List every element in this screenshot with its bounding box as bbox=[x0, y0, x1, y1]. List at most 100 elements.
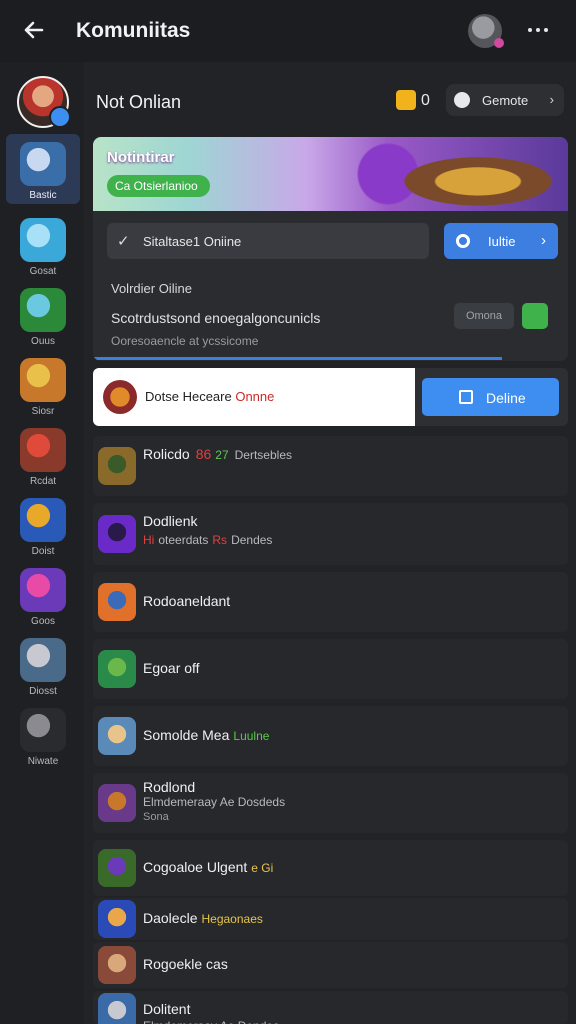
game-avatar bbox=[98, 717, 136, 755]
check-icon: ✓ bbox=[117, 233, 130, 250]
sidebar-item-label: Goos bbox=[31, 616, 55, 627]
more-dots-icon[interactable] bbox=[528, 28, 554, 36]
banner: Notintirar Ca Otsierlanioo bbox=[93, 137, 568, 211]
sidebar-item-5[interactable]: Doist bbox=[6, 490, 80, 560]
sidebar-item-label: Niwate bbox=[27, 756, 59, 767]
list-item-name: Daolecle Hegaonaes bbox=[143, 910, 263, 926]
banner-pill[interactable]: Ca Otsierlanioo bbox=[107, 175, 210, 197]
sidebar-item-7[interactable]: Diosst bbox=[6, 630, 80, 700]
game-avatar bbox=[98, 583, 136, 621]
game-icon bbox=[20, 218, 66, 262]
list-item-name: Rolicdo 86 27 Dertsebles bbox=[143, 446, 292, 462]
subtext: Ooresoaencle at ycssicome bbox=[111, 334, 259, 348]
sidebar-item-2[interactable]: Ouus bbox=[6, 280, 80, 350]
list-item-name: Rogoekle cas bbox=[143, 956, 228, 972]
verified-badge-icon bbox=[49, 106, 71, 128]
circle-icon bbox=[456, 234, 470, 248]
chat-icon bbox=[454, 92, 470, 108]
deline-button[interactable]: Deline bbox=[422, 378, 559, 416]
game-avatar bbox=[98, 946, 136, 984]
sidebar-item-1[interactable]: Gosat bbox=[6, 210, 80, 280]
sidebar-item-label: Doist bbox=[31, 546, 55, 557]
list-item-name: Rodlond bbox=[143, 779, 196, 795]
page-title: Komuniitas bbox=[76, 19, 191, 42]
sidebar-item-label: Ouus bbox=[31, 336, 55, 347]
gemote-button-label: Gemote bbox=[482, 93, 529, 108]
list-item[interactable]: Dolitent Elmdemeraay Ae Dendes bbox=[93, 991, 568, 1024]
iultie-button[interactable]: Iultie › bbox=[444, 223, 558, 259]
status-input[interactable]: ✓ Sitaltase1 Oniine bbox=[107, 223, 429, 259]
profile-avatar[interactable] bbox=[468, 14, 504, 48]
list-item-detail: Elmdemeraay Ae Dosdeds bbox=[143, 795, 286, 809]
game-avatar bbox=[98, 900, 136, 938]
sidebar-item-label: Siosr bbox=[31, 406, 55, 417]
list-item-name: Rodoaneldant bbox=[143, 593, 231, 609]
section-title: Not Onlian bbox=[96, 92, 182, 112]
sidebar-item-label: Gosat bbox=[29, 266, 57, 277]
chevron-right-icon: › bbox=[549, 92, 554, 107]
omona-button[interactable]: Omona bbox=[454, 303, 514, 329]
chevron-right-icon: › bbox=[541, 232, 546, 249]
game-avatar bbox=[98, 650, 136, 688]
list-item-name: Cogoaloe Ulgent e Gi bbox=[143, 859, 274, 875]
game-avatar bbox=[98, 784, 136, 822]
sidebar-item-label: Rcdat bbox=[29, 476, 57, 487]
green-action-icon[interactable] bbox=[522, 303, 548, 329]
list-item[interactable]: Egoar off bbox=[93, 639, 568, 699]
list-item-detail: Elmdemeraay Ae Dendes bbox=[143, 1019, 279, 1024]
sidebar: Bastic Gosat Ouus Siosr Rcdat Doist Goos Diosst… bbox=[0, 62, 84, 1024]
banner-title: Notintirar bbox=[107, 149, 175, 166]
game-icon bbox=[20, 428, 66, 472]
list-item[interactable]: Daolecle Hegaonaes bbox=[93, 898, 568, 940]
game-icon bbox=[20, 708, 66, 752]
game-icon bbox=[20, 498, 66, 542]
top-bar: Komuniitas bbox=[0, 0, 576, 62]
status-input-text: Sitaltase1 Oniine bbox=[143, 234, 242, 249]
list-item-name: Dodlienk bbox=[143, 513, 198, 529]
highlight-row-body: Dotse Heceare Onnne bbox=[93, 368, 415, 426]
list-item-name: Dolitent bbox=[143, 1001, 191, 1017]
list-item-name: Somolde Mea Luulne bbox=[143, 727, 270, 743]
progress-bar bbox=[93, 357, 568, 360]
sidebar-item-label: Diosst bbox=[29, 686, 57, 697]
game-avatar bbox=[98, 447, 136, 485]
coin-icon bbox=[396, 90, 416, 110]
coin-count: 0 bbox=[421, 92, 430, 109]
iultie-button-label: Iultie bbox=[488, 234, 516, 249]
game-icon bbox=[20, 142, 66, 186]
game-avatar bbox=[98, 993, 136, 1024]
list-item-subdetail: Sona bbox=[143, 811, 169, 823]
game-icon bbox=[20, 358, 66, 402]
list-item[interactable]: Rodlond Elmdemeraay Ae Dosdeds Sona bbox=[93, 773, 568, 833]
sidebar-item-label: Bastic bbox=[29, 190, 57, 201]
game-icon bbox=[20, 568, 66, 612]
list-item[interactable]: Rolicdo 86 27 Dertsebles bbox=[93, 436, 568, 496]
sidebar-item-6[interactable]: Goos bbox=[6, 560, 80, 630]
list-item-name: Egoar off bbox=[143, 660, 200, 676]
community-card: Notintirar Ca Otsierlanioo ✓ Sitaltase1 … bbox=[93, 137, 568, 361]
list-item[interactable]: Rogoekle cas bbox=[93, 942, 568, 988]
sidebar-item-0[interactable]: Bastic bbox=[6, 134, 80, 204]
list-item[interactable]: Somolde Mea Luulne bbox=[93, 706, 568, 766]
notification-dot bbox=[494, 38, 504, 48]
list-item-detail: Hi oteerdats Rs Dendes bbox=[143, 533, 273, 547]
status-text: Volrdier Oiline bbox=[111, 281, 192, 296]
sidebar-item-8[interactable]: Niwate bbox=[6, 700, 80, 770]
sidebar-item-4[interactable]: Rcdat bbox=[6, 420, 80, 490]
gemote-button[interactable]: Gemote › bbox=[446, 84, 564, 116]
list-item[interactable]: Rodoaneldant bbox=[93, 572, 568, 632]
user-avatar[interactable] bbox=[17, 76, 71, 128]
game-avatar bbox=[98, 515, 136, 553]
description-text: Scotrdustsond enoegalgoncunicls bbox=[111, 310, 321, 326]
game-avatar bbox=[98, 849, 136, 887]
section-header: Not Onlian 0 Gemote › bbox=[84, 62, 576, 134]
sidebar-item-3[interactable]: Siosr bbox=[6, 350, 80, 420]
highlight-row-name: Dotse Heceare Onnne bbox=[145, 389, 275, 404]
game-icon bbox=[20, 638, 66, 682]
list-item[interactable]: Dodlienk Hi oteerdats Rs Dendes bbox=[93, 503, 568, 565]
banner-hero-image bbox=[343, 137, 568, 211]
game-icon bbox=[20, 288, 66, 332]
arrow-left-icon[interactable] bbox=[20, 16, 48, 44]
highlight-row[interactable]: Dotse Heceare Onnne Deline bbox=[93, 368, 568, 426]
list-item[interactable]: Cogoaloe Ulgent e Gi bbox=[93, 840, 568, 896]
